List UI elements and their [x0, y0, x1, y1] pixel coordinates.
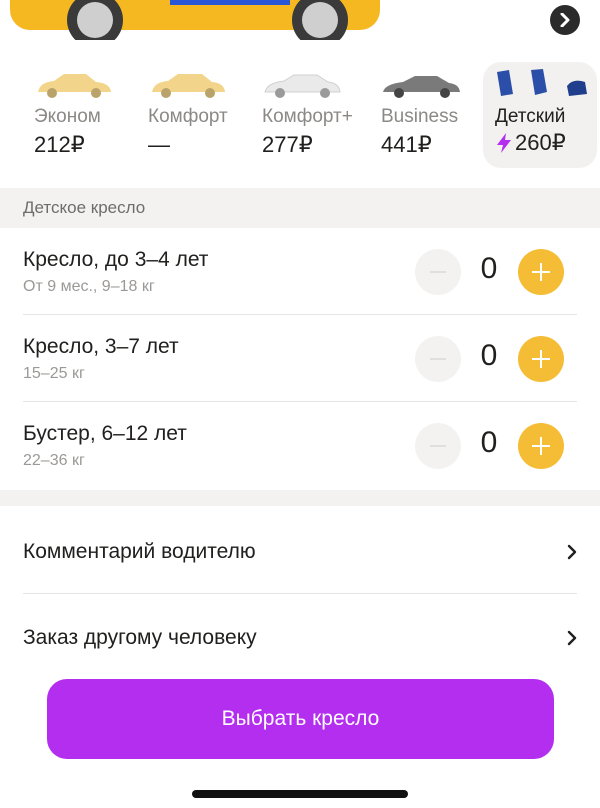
minus-icon — [430, 358, 446, 360]
tariff-name: Детский — [495, 106, 566, 127]
decrement-button[interactable] — [415, 336, 461, 382]
minus-icon — [430, 271, 446, 273]
hero-car-area — [0, 0, 600, 50]
tariff-selector: Эконом 212₽ Комфорт — Комфорт+ 277₽ Busi… — [0, 62, 600, 172]
increment-button[interactable] — [518, 336, 564, 382]
tariff-comfort[interactable]: Комфорт — — [148, 62, 268, 168]
seat-count: 0 — [480, 426, 498, 459]
seat-subtitle: От 9 мес., 9–18 кг — [23, 278, 155, 295]
section-header-child-seat: Детское кресло — [0, 188, 600, 228]
order-for-other-label: Заказ другому человеку — [23, 626, 257, 649]
tariff-name: Комфорт+ — [262, 106, 353, 127]
section-gap — [0, 490, 600, 506]
chevron-right-icon — [567, 630, 577, 646]
tariff-comfort-plus[interactable]: Комфорт+ 277₽ — [262, 62, 382, 168]
business-car-icon — [383, 76, 460, 98]
expand-button[interactable] — [550, 5, 580, 35]
plus-icon — [532, 350, 550, 368]
econom-car-icon — [38, 74, 111, 98]
minus-icon — [430, 445, 446, 447]
chevron-right-icon — [567, 544, 577, 560]
chevron-right-icon — [560, 13, 570, 27]
order-for-other-row[interactable]: Заказ другому человеку — [0, 594, 600, 680]
seat-subtitle: 15–25 кг — [23, 365, 85, 382]
increment-button[interactable] — [518, 423, 564, 469]
taxi-car-image — [10, 0, 380, 40]
seat-title: Бустер, 6–12 лет — [23, 422, 187, 445]
tariff-price: — — [148, 132, 170, 157]
plus-icon — [532, 263, 550, 281]
driver-comment-label: Комментарий водителю — [23, 540, 256, 563]
seat-subtitle: 22–36 кг — [23, 452, 85, 469]
tariff-kids[interactable]: Детский 260₽ — [483, 62, 597, 168]
select-seat-button[interactable]: Выбрать кресло — [47, 679, 554, 759]
seat-title: Кресло, 3–7 лет — [23, 335, 179, 358]
plus-icon — [532, 437, 550, 455]
tariff-price-row: 260₽ — [495, 130, 566, 156]
seat-title: Кресло, до 3–4 лет — [23, 248, 209, 271]
tariff-price: 441₽ — [381, 132, 432, 157]
comfort-car-icon — [152, 74, 225, 98]
list-item: Кресло, 3–7 лет 15–25 кг 0 — [0, 315, 600, 402]
tariff-price: 277₽ — [262, 132, 313, 157]
tariff-name: Business — [381, 106, 459, 127]
bolt-icon — [497, 133, 511, 153]
comfort-plus-car-icon — [264, 74, 341, 98]
seat-count: 0 — [480, 252, 498, 285]
tariff-price: 212₽ — [34, 132, 85, 157]
child-seat-icon — [497, 69, 587, 96]
decrement-button[interactable] — [415, 423, 461, 469]
increment-button[interactable] — [518, 249, 564, 295]
tariff-name: Комфорт — [148, 106, 228, 127]
list-item: Бустер, 6–12 лет 22–36 кг 0 — [0, 402, 600, 489]
tariff-name: Эконом — [34, 106, 101, 127]
decrement-button[interactable] — [415, 249, 461, 295]
list-item: Кресло, до 3–4 лет От 9 мес., 9–18 кг 0 — [0, 228, 600, 315]
tariff-price: 260₽ — [515, 130, 566, 155]
home-indicator — [192, 790, 408, 798]
driver-comment-row[interactable]: Комментарий водителю — [0, 508, 600, 594]
seat-count: 0 — [480, 339, 498, 372]
tariff-econom[interactable]: Эконом 212₽ — [34, 62, 154, 168]
